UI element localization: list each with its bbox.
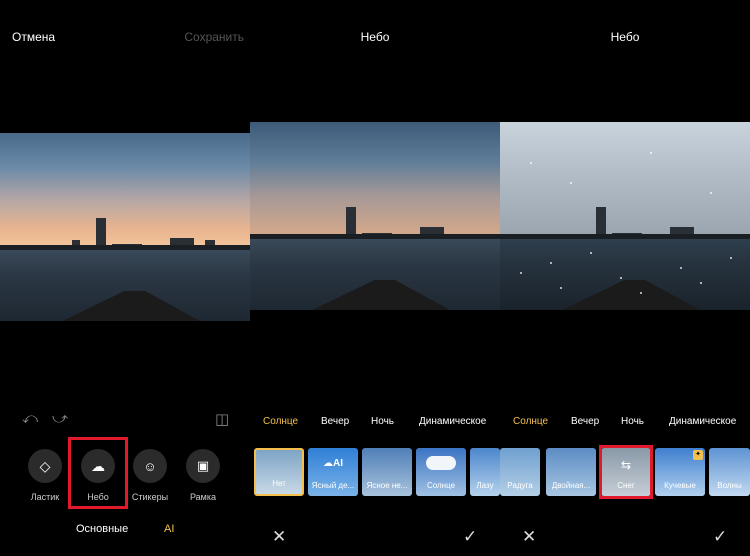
photo-preview — [0, 133, 250, 321]
stickers-tool-button[interactable]: ☺ — [133, 449, 167, 483]
thumb-rainbow[interactable]: Радуга — [500, 448, 540, 496]
cancel-button[interactable]: Отмена — [12, 30, 55, 44]
thumb-double-rainbow[interactable]: Двойная... — [546, 448, 596, 496]
frame-icon: ▣ — [196, 458, 210, 473]
category-dynamic[interactable]: Динамическое — [669, 416, 736, 427]
redo-icon[interactable]: ⤻ — [52, 410, 68, 427]
sky-thumbnails: Нет ☁AI Ясный де... Ясное не... Солнце Л… — [250, 448, 500, 498]
tab-basic[interactable]: Основные — [76, 523, 128, 535]
thumb-waves[interactable]: Волны — [709, 448, 750, 496]
close-icon[interactable]: ✕ — [522, 527, 536, 547]
highlight-box — [599, 445, 653, 499]
page-title: Небо — [360, 30, 390, 44]
category-evening[interactable]: Вечер — [571, 416, 599, 427]
editor-panel: Отмена Сохранить ⤺ ⤻ ◫ ◇ Ластик ☁ Небо ☺… — [0, 0, 250, 556]
category-sun[interactable]: Солнце — [263, 416, 298, 427]
thumb-cumulus[interactable]: ✦ Кучевые — [655, 448, 705, 496]
compare-icon[interactable]: ◫ — [215, 410, 229, 428]
sticker-icon: ☺ — [143, 458, 157, 474]
ai-icon: ☁AI — [323, 458, 343, 469]
category-night[interactable]: Ночь — [621, 416, 644, 427]
category-dynamic[interactable]: Динамическое — [419, 416, 486, 427]
category-night[interactable]: Ночь — [371, 416, 394, 427]
page-title: Небо — [610, 30, 640, 44]
close-icon[interactable]: ✕ — [272, 527, 286, 547]
thumb-sun[interactable]: Солнце — [416, 448, 466, 496]
tool-label: Ластик — [30, 492, 60, 502]
save-button[interactable]: Сохранить — [184, 30, 244, 44]
checkmark-icon[interactable]: ✓ — [713, 527, 727, 547]
eraser-tool-button[interactable]: ◇ — [28, 449, 62, 483]
tool-label: Стикеры — [131, 492, 169, 502]
tool-label: Рамка — [189, 492, 217, 502]
sky-panel-original: Небо Солнце Вечер Ночь Динамическое Нет … — [250, 0, 500, 556]
eraser-icon: ◇ — [39, 457, 51, 474]
thumb-clear-day[interactable]: ☁AI Ясный де... — [308, 448, 358, 496]
checkmark-icon[interactable]: ✓ — [463, 527, 477, 547]
sky-panel-snow: Небо Солнце Вечер Ночь Динамическое Раду… — [500, 0, 750, 556]
sky-thumbnails: Радуга Двойная... ⇆ Снег ✦ Кучевые Волны — [500, 445, 750, 499]
undo-icon[interactable]: ⤺ — [22, 410, 38, 427]
category-sun[interactable]: Солнце — [513, 416, 548, 427]
thumb-clear-sky[interactable]: Ясное не... — [362, 448, 412, 496]
thumb-azure[interactable]: Лазу — [470, 448, 500, 496]
premium-badge: ✦ — [693, 450, 703, 460]
highlight-box — [68, 437, 128, 509]
thumb-none[interactable]: Нет — [254, 448, 304, 496]
category-evening[interactable]: Вечер — [321, 416, 349, 427]
photo-preview — [250, 122, 500, 310]
photo-preview — [500, 122, 750, 310]
frame-tool-button[interactable]: ▣ — [186, 449, 220, 483]
tab-ai[interactable]: AI — [164, 523, 174, 535]
